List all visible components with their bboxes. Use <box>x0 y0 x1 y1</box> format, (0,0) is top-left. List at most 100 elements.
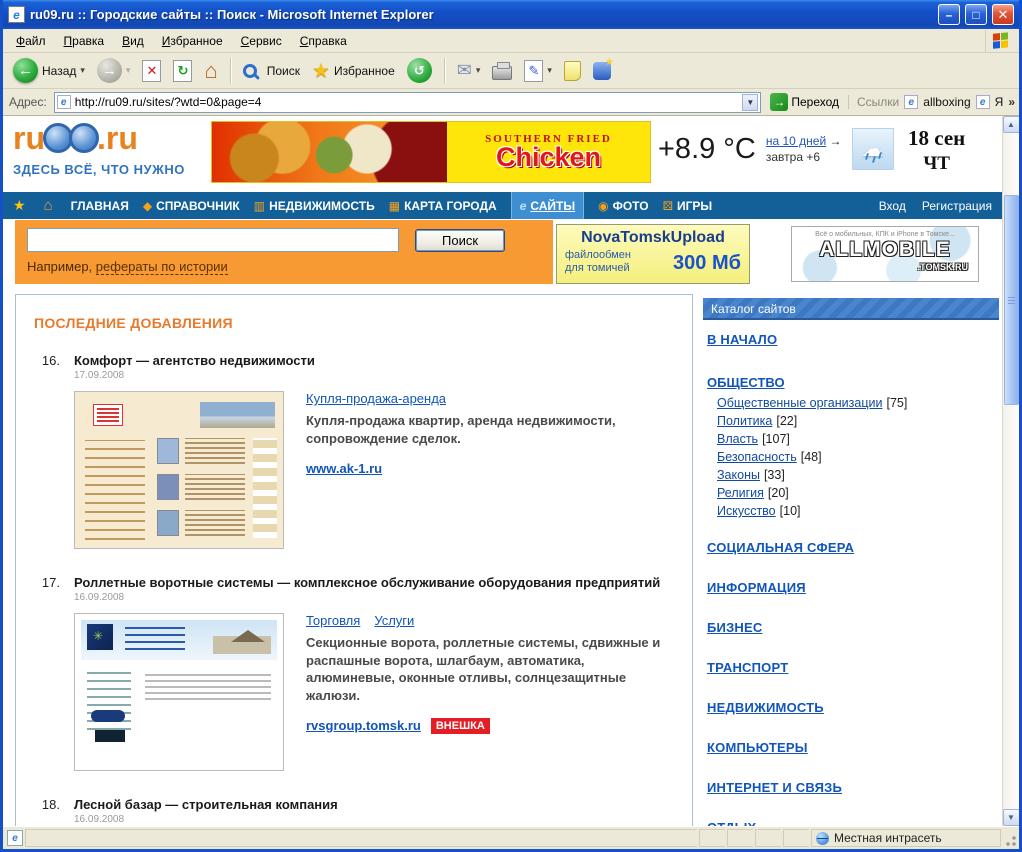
menu-favorites[interactable]: Избранное <box>153 31 232 51</box>
menu-file[interactable]: Файл <box>7 31 55 51</box>
ad-banner-chicken[interactable]: SOUTHERN FRIED Chicken <box>211 121 651 183</box>
security-zone: Местная интрасеть <box>811 829 1001 847</box>
scroll-down-button[interactable]: ▼ <box>1003 809 1020 826</box>
logo-glasses-icon <box>69 123 99 153</box>
edit-dropdown-icon[interactable]: ▾ <box>547 65 552 76</box>
subcategory-link[interactable]: Политика <box>717 414 772 428</box>
catalog-category-link[interactable]: ОБЩЕСТВО <box>707 375 995 390</box>
minimize-button[interactable]: – <box>938 4 960 25</box>
menu-edit[interactable]: Правка <box>55 31 114 51</box>
menu-tools[interactable]: Сервис <box>232 31 291 51</box>
go-button[interactable]: → Переход <box>766 92 843 112</box>
ad-novatomskupload[interactable]: NovaTomskUpload файлообмендля томичей 30… <box>556 224 750 284</box>
search-button-toolbar[interactable]: Поиск <box>239 62 304 80</box>
scroll-thumb[interactable] <box>1004 195 1019 405</box>
menu-help[interactable]: Справка <box>291 31 356 51</box>
refresh-button[interactable]: ↻ <box>169 58 196 84</box>
site-thumbnail[interactable] <box>74 391 284 549</box>
category-link[interactable]: Услуги <box>374 613 414 628</box>
scroll-up-button[interactable]: ▲ <box>1003 116 1020 133</box>
catalog-category-link[interactable]: ТРАНСПОРТ <box>707 660 995 675</box>
site-thumbnail[interactable] <box>74 613 284 771</box>
favorites-star-icon: ★ <box>312 58 330 83</box>
forward-button[interactable]: → ▾ <box>93 56 135 85</box>
category-link[interactable]: Купля-продажа-аренда <box>306 391 446 406</box>
maximize-button[interactable]: □ <box>965 4 987 25</box>
category-link[interactable]: Торговля <box>306 613 360 628</box>
nav-realty[interactable]: ▥НЕДВИЖИМОСТЬ <box>254 192 375 219</box>
login-link[interactable]: Вход <box>879 199 906 213</box>
browser-viewport: ru .ru ЗДЕСЬ ВСЁ, ЧТО НУЖНО SOUTHERN FRI… <box>3 116 1019 826</box>
site-catalog-sidebar: Каталог сайтов В НАЧАЛО ОБЩЕСТВО Обществ… <box>703 298 999 826</box>
address-url[interactable]: http://ru09.ru/sites/?wtd=0&page=4 <box>75 95 739 109</box>
star-icon[interactable]: ★ <box>13 197 26 214</box>
ad-allmobile[interactable]: Всё о мобильных, КПК и iPhone в Томске..… <box>791 226 979 282</box>
back-icon: ← <box>13 58 38 83</box>
catalog-category-link[interactable]: ОТДЫХ <box>707 820 995 826</box>
current-date: 18 сен ЧТ <box>908 126 965 175</box>
address-dropdown-button[interactable]: ▼ <box>742 94 758 111</box>
nav-games[interactable]: ⚄ИГРЫ <box>663 192 713 219</box>
home-icon[interactable]: ⌂ <box>44 197 53 214</box>
page-scrollbar[interactable]: ▲ ▼ <box>1002 116 1019 826</box>
history-button[interactable]: ↺ <box>403 56 436 85</box>
site-search-input[interactable] <box>27 228 399 252</box>
site-search-button[interactable]: Поиск <box>415 229 505 252</box>
search-example-link[interactable]: рефераты по истории <box>96 259 228 275</box>
web-page: ru .ru ЗДЕСЬ ВСЁ, ЧТО НУЖНО SOUTHERN FRI… <box>3 116 1002 826</box>
print-button[interactable] <box>488 60 516 82</box>
back-dropdown-icon[interactable]: ▾ <box>80 65 85 76</box>
nav-main[interactable]: ГЛАВНАЯ <box>71 192 129 219</box>
nav-photo[interactable]: ◉ФОТО <box>598 192 648 219</box>
catalog-category-link[interactable]: КОМПЬЮТЕРЫ <box>707 740 995 755</box>
forecast-arrow: → <box>830 134 842 148</box>
subcategory-link[interactable]: Религия <box>717 486 764 500</box>
nav-sites-active[interactable]: eСАЙТЫ <box>511 192 584 219</box>
site-tagline: ЗДЕСЬ ВСЁ, ЧТО НУЖНО <box>13 162 213 177</box>
address-input[interactable]: e http://ru09.ru/sites/?wtd=0&page=4 ▼ <box>54 92 762 113</box>
nav-directory[interactable]: ◆СПРАВОЧНИК <box>143 192 240 219</box>
dice-icon: ⚄ <box>663 199 673 213</box>
forecast-link[interactable]: на 10 дней <box>766 134 826 148</box>
close-button[interactable]: ✕ <box>992 4 1014 25</box>
subcategory-link[interactable]: Власть <box>717 432 758 446</box>
register-link[interactable]: Регистрация <box>922 199 992 213</box>
catalog-category-link[interactable]: ИНФОРМАЦИЯ <box>707 580 995 595</box>
search-hint: Например, рефераты по истории <box>27 259 541 274</box>
entry-number: 17. <box>34 575 60 590</box>
entry-url-link[interactable]: rvsgroup.tomsk.ru <box>306 718 421 733</box>
subcategory-link[interactable]: Общественные организации <box>717 396 882 410</box>
subcategory-link[interactable]: Законы <box>717 468 760 482</box>
subcategory-link[interactable]: Искусство <box>717 504 776 518</box>
favorites-button[interactable]: ★ Избранное <box>308 56 399 85</box>
address-bar: Адрес: e http://ru09.ru/sites/?wtd=0&pag… <box>3 89 1019 116</box>
resize-grip[interactable] <box>1003 829 1017 847</box>
forward-dropdown-icon: ▾ <box>126 65 131 76</box>
menu-view[interactable]: Вид <box>113 31 153 51</box>
home-button[interactable]: ⌂ <box>200 56 221 86</box>
entry-description: Секционные ворота, роллетные системы, сд… <box>306 634 674 704</box>
back-button[interactable]: ← Назад ▾ <box>9 56 89 85</box>
subcategory-link[interactable]: Безопасность <box>717 450 797 464</box>
windows-logo-icon <box>985 30 1015 52</box>
nav-city-map[interactable]: ▦КАРТА ГОРОДА <box>389 192 497 219</box>
catalog-category-link[interactable]: НЕДВИЖИМОСТЬ <box>707 700 995 715</box>
temperature: +8.9 °C <box>658 133 756 166</box>
links-chevron-icon[interactable]: » <box>1008 95 1015 109</box>
catalog-category-link[interactable]: СОЦИАЛЬНАЯ СФЕРА <box>707 540 995 555</box>
link-ya[interactable]: Я <box>995 95 1004 109</box>
entry-date: 17.09.2008 <box>74 370 674 381</box>
site-logo[interactable]: ru .ru ЗДЕСЬ ВСЁ, ЧТО НУЖНО <box>13 122 213 177</box>
entry-url-link[interactable]: www.ak-1.ru <box>306 461 382 476</box>
stop-button[interactable]: ✕ <box>138 58 165 84</box>
camera-icon: ◉ <box>598 199 608 213</box>
link-allboxing[interactable]: allboxing <box>923 95 970 109</box>
catalog-home-link[interactable]: В НАЧАЛО <box>707 332 995 347</box>
edit-button[interactable]: ✎ ▾ <box>520 58 556 84</box>
mail-button[interactable]: ✉ ▾ <box>453 58 485 83</box>
catalog-category-link[interactable]: ИНТЕРНЕТ И СВЯЗЬ <box>707 780 995 795</box>
mail-dropdown-icon[interactable]: ▾ <box>476 65 481 76</box>
messenger-button[interactable] <box>589 60 615 82</box>
catalog-category-link[interactable]: БИЗНЕС <box>707 620 995 635</box>
notes-button[interactable] <box>560 59 585 83</box>
